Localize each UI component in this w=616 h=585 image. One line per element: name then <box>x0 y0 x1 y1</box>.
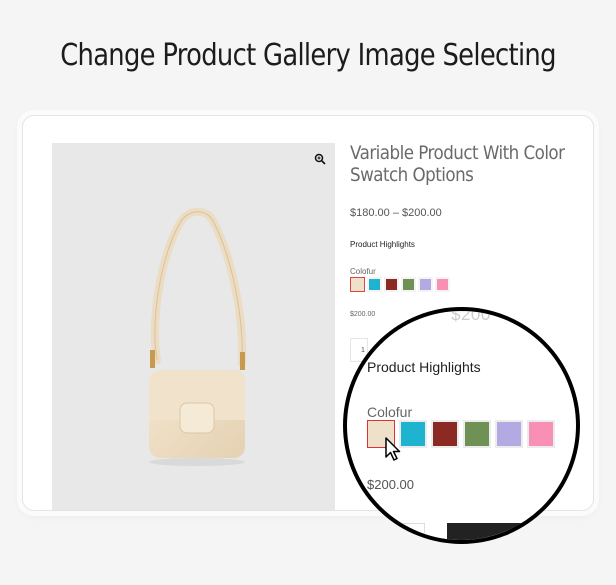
magnified-highlights: Product Highlights <box>367 359 481 375</box>
color-swatch-maroon[interactable] <box>384 277 399 292</box>
product-title: Variable Product With Color Swatch Optio… <box>350 142 565 186</box>
product-highlights: Product Highlights <box>350 240 415 249</box>
color-attribute-label: Colofur <box>350 267 376 276</box>
zoom-icon[interactable] <box>314 153 326 165</box>
magnifier-lens: $200 Product Highlights Colofur $200.00 … <box>343 307 580 544</box>
color-swatch-green[interactable] <box>401 277 416 292</box>
color-swatches <box>350 277 450 292</box>
pointer-cursor-icon <box>385 437 401 461</box>
magnified-ghost-price: $200 <box>451 307 491 324</box>
selected-price: $200.00 <box>350 311 376 318</box>
magnified-price: $200.00 <box>367 477 414 492</box>
magnified-attribute-label: Colofur <box>367 404 413 420</box>
add-to-cart-button[interactable]: Add <box>447 523 567 540</box>
color-swatch-lavender[interactable] <box>418 277 433 292</box>
magnified-color-swatch-pink[interactable] <box>527 420 555 448</box>
page-headline: Change Product Gallery Image Selecting <box>60 38 556 73</box>
magnified-color-swatch-lavender[interactable] <box>495 420 523 448</box>
magnified-quantity-input[interactable] <box>347 523 425 540</box>
color-swatch-beige[interactable] <box>350 277 365 292</box>
color-swatch-cyan[interactable] <box>367 277 382 292</box>
magnified-color-swatch-cyan[interactable] <box>399 420 427 448</box>
price-range: $180.00 – $200.00 <box>350 207 442 219</box>
product-gallery[interactable] <box>52 143 335 510</box>
magnified-color-swatch-green[interactable] <box>463 420 491 448</box>
color-swatch-pink[interactable] <box>435 277 450 292</box>
magnified-color-swatch-maroon[interactable] <box>431 420 459 448</box>
product-image <box>149 207 247 466</box>
